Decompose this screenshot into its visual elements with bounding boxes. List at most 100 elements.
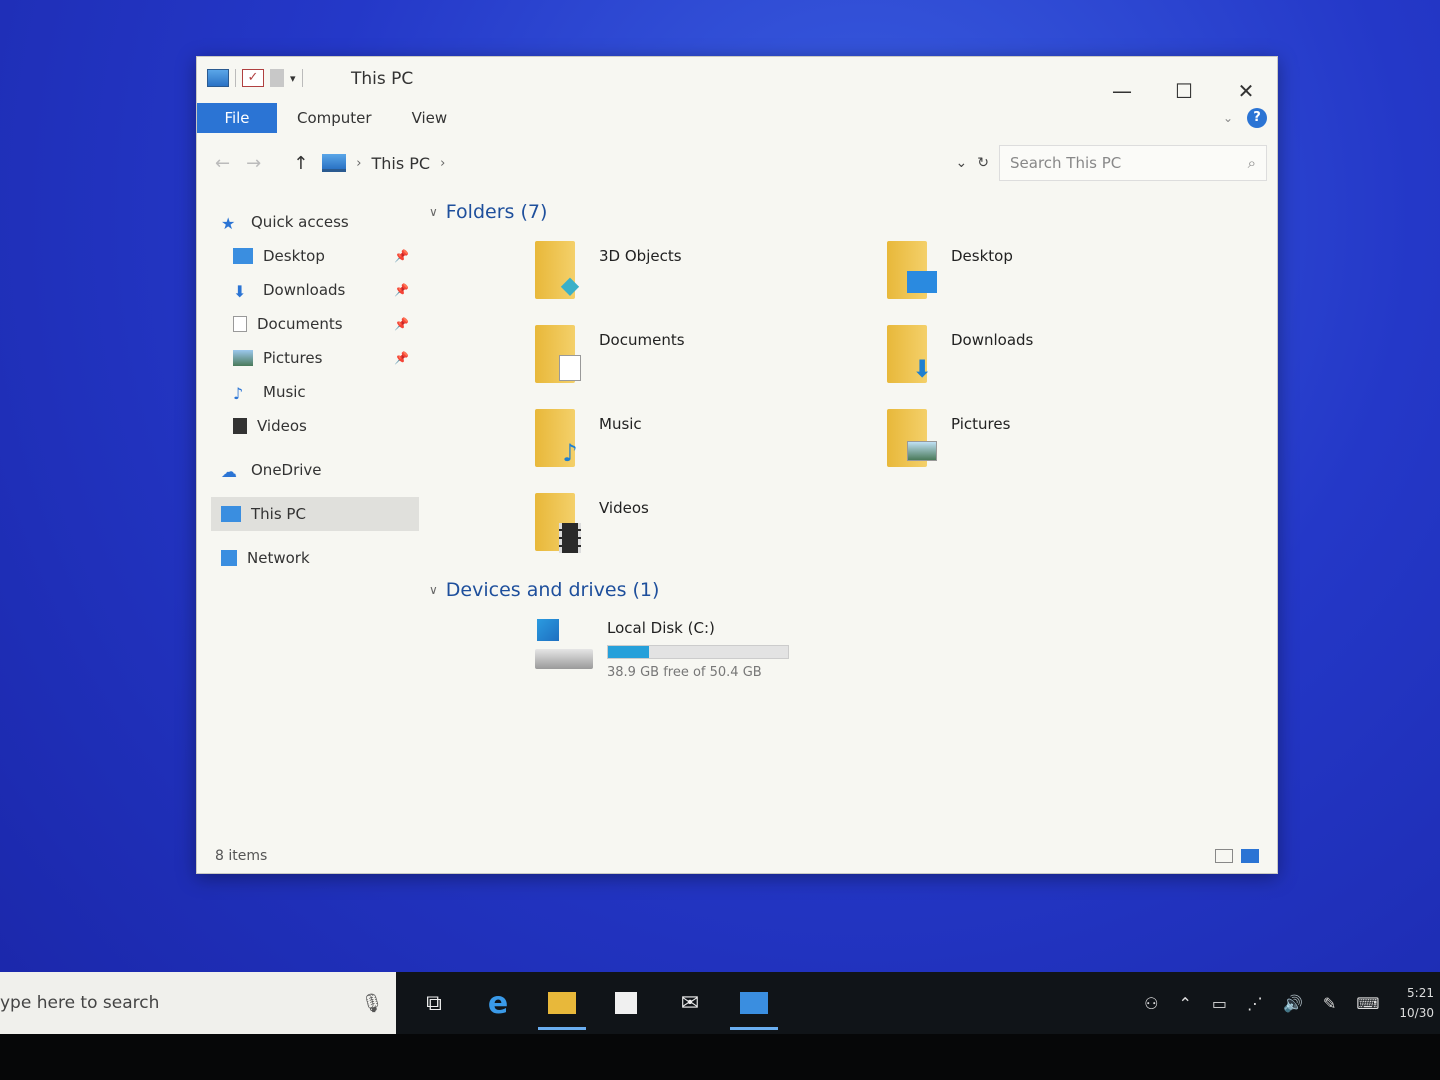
- store-icon[interactable]: [594, 972, 658, 1034]
- nav-quick-access[interactable]: ★ Quick access: [211, 205, 419, 239]
- search-box[interactable]: Search This PC ⌕: [999, 145, 1267, 181]
- nav-label: Music: [263, 383, 306, 401]
- divider: [235, 69, 236, 87]
- people-icon[interactable]: ⚇: [1144, 994, 1158, 1013]
- taskbar-search-box[interactable]: ype here to search 🎙: [0, 972, 396, 1034]
- navigation-pane: ★ Quick access Desktop 📌 ⬇ Downloads 📌 D…: [211, 205, 419, 575]
- details-view-icon[interactable]: [1215, 849, 1233, 863]
- tab-computer[interactable]: Computer: [277, 109, 392, 127]
- this-pc-icon: [322, 154, 347, 172]
- folder-documents[interactable]: Documents: [535, 321, 887, 405]
- drive-local-disk-c[interactable]: Local Disk (C:) 38.9 GB free of 50.4 GB: [429, 619, 1257, 680]
- nav-label: Network: [247, 549, 310, 567]
- nav-item-desktop[interactable]: Desktop 📌: [211, 239, 419, 273]
- navigation-buttons: ← → ↑: [197, 153, 308, 174]
- document-icon: [233, 316, 247, 332]
- picture-icon: [233, 350, 253, 366]
- tab-file[interactable]: File: [197, 103, 277, 133]
- folder-music[interactable]: ♪ Music: [535, 405, 887, 489]
- film-icon: [233, 418, 247, 434]
- volume-icon[interactable]: 🔊: [1283, 994, 1303, 1013]
- content-pane: ∨ Folders (7) ◆ 3D Objects Desktop Docum…: [429, 197, 1257, 680]
- pin-icon: 📌: [394, 249, 409, 263]
- folder-label: Documents: [599, 331, 685, 349]
- back-arrow-icon[interactable]: ←: [215, 153, 230, 174]
- window-title: This PC: [351, 69, 414, 89]
- breadcrumb-this-pc[interactable]: This PC: [371, 154, 430, 173]
- file-explorer-window: ✓ ▾ This PC — ☐ ✕ File Computer View ⌄ ?…: [196, 56, 1278, 874]
- breadcrumb[interactable]: › This PC ›: [322, 154, 445, 173]
- nav-onedrive[interactable]: ☁ OneDrive: [211, 453, 419, 487]
- system-tray: ⚇ ⌃ ▭ ⋰ 🔊 ✎ ⌨ 5:21 10/30: [1144, 983, 1440, 1023]
- taskbar-search-input[interactable]: ype here to search: [0, 993, 358, 1013]
- forward-arrow-icon[interactable]: →: [246, 153, 261, 174]
- tab-view[interactable]: View: [392, 109, 468, 127]
- edge-browser-icon[interactable]: e: [466, 972, 530, 1034]
- nav-label: Documents: [257, 315, 343, 333]
- pin-icon: 📌: [394, 317, 409, 331]
- battery-icon[interactable]: ▭: [1212, 994, 1227, 1013]
- mail-icon[interactable]: ✉: [658, 972, 722, 1034]
- task-view-icon[interactable]: ⧉: [402, 972, 466, 1034]
- breadcrumb-separator[interactable]: ›: [356, 156, 361, 171]
- nav-item-videos[interactable]: Videos: [211, 409, 419, 443]
- folder-icon: [535, 489, 585, 553]
- folder-pictures[interactable]: Pictures: [887, 405, 1239, 489]
- folder-3d-objects[interactable]: ◆ 3D Objects: [535, 237, 887, 321]
- quick-access-toolbar: ✓ ▾: [207, 69, 303, 87]
- folder-icon: ⬇: [887, 321, 937, 383]
- folder-videos[interactable]: Videos: [535, 489, 887, 573]
- folder-desktop[interactable]: Desktop: [887, 237, 1239, 321]
- group-title: Folders (7): [445, 201, 548, 223]
- drives-group-header[interactable]: ∨ Devices and drives (1): [429, 575, 1257, 605]
- nav-item-pictures[interactable]: Pictures 📌: [211, 341, 419, 375]
- new-folder-icon[interactable]: [270, 69, 284, 87]
- network-status-icon[interactable]: ⋰: [1247, 994, 1263, 1013]
- up-arrow-icon[interactable]: ↑: [293, 153, 308, 174]
- large-icons-view-icon[interactable]: [1241, 849, 1259, 863]
- folder-label: Pictures: [951, 415, 1011, 433]
- show-hidden-icons-icon[interactable]: ⌃: [1178, 994, 1191, 1013]
- address-bar-row: ← → ↑ › This PC › ⌄ ↻ Search This PC ⌕: [197, 143, 1277, 183]
- nav-label: Quick access: [251, 213, 349, 231]
- recent-locations-chevron-icon[interactable]: ⌄: [956, 155, 968, 171]
- network-icon: [221, 550, 237, 566]
- collapse-chevron-icon[interactable]: ∨: [429, 583, 438, 597]
- ribbon-tabs: File Computer View ⌄ ?: [197, 103, 1277, 133]
- nav-this-pc[interactable]: This PC: [211, 497, 419, 531]
- nav-item-downloads[interactable]: ⬇ Downloads 📌: [211, 273, 419, 307]
- this-pc-taskbar-icon[interactable]: [722, 972, 786, 1034]
- screen-bezel: [0, 1034, 1440, 1080]
- pin-icon: 📌: [394, 351, 409, 365]
- collapse-chevron-icon[interactable]: ∨: [429, 205, 438, 219]
- desktop-icon: [233, 248, 253, 264]
- microphone-icon[interactable]: 🎙: [358, 993, 386, 1014]
- folder-downloads[interactable]: ⬇ Downloads: [887, 321, 1239, 405]
- refresh-icon[interactable]: ↻: [977, 155, 989, 171]
- breadcrumb-separator[interactable]: ›: [440, 156, 445, 171]
- drive-free-space: 38.9 GB free of 50.4 GB: [607, 665, 762, 680]
- nav-network[interactable]: Network: [211, 541, 419, 575]
- clock[interactable]: 5:21 10/30: [1399, 983, 1434, 1023]
- search-icon[interactable]: ⌕: [1248, 154, 1256, 172]
- nav-item-music[interactable]: ♪ Music: [211, 375, 419, 409]
- status-bar: 8 items: [215, 845, 1259, 867]
- customize-toolbar-dropdown[interactable]: ▾: [290, 72, 296, 85]
- file-explorer-taskbar-icon[interactable]: [530, 972, 594, 1034]
- pin-icon: 📌: [394, 283, 409, 297]
- expand-ribbon-icon[interactable]: ⌄: [1223, 111, 1233, 125]
- pen-icon[interactable]: ✎: [1323, 994, 1336, 1013]
- computer-icon[interactable]: [207, 69, 229, 87]
- download-arrow-icon: ⬇: [233, 282, 247, 301]
- help-icon[interactable]: ?: [1247, 108, 1267, 128]
- folders-group-header[interactable]: ∨ Folders (7): [429, 197, 1257, 227]
- properties-check-icon[interactable]: ✓: [242, 69, 264, 87]
- nav-item-documents[interactable]: Documents 📌: [211, 307, 419, 341]
- cloud-icon: ☁: [221, 462, 237, 481]
- title-bar: ✓ ▾ This PC — ☐ ✕: [197, 57, 1277, 103]
- folder-icon: [887, 237, 937, 299]
- star-icon: ★: [221, 214, 236, 233]
- search-input[interactable]: Search This PC: [1010, 154, 1248, 172]
- folder-label: Downloads: [951, 331, 1034, 349]
- keyboard-icon[interactable]: ⌨: [1356, 994, 1379, 1013]
